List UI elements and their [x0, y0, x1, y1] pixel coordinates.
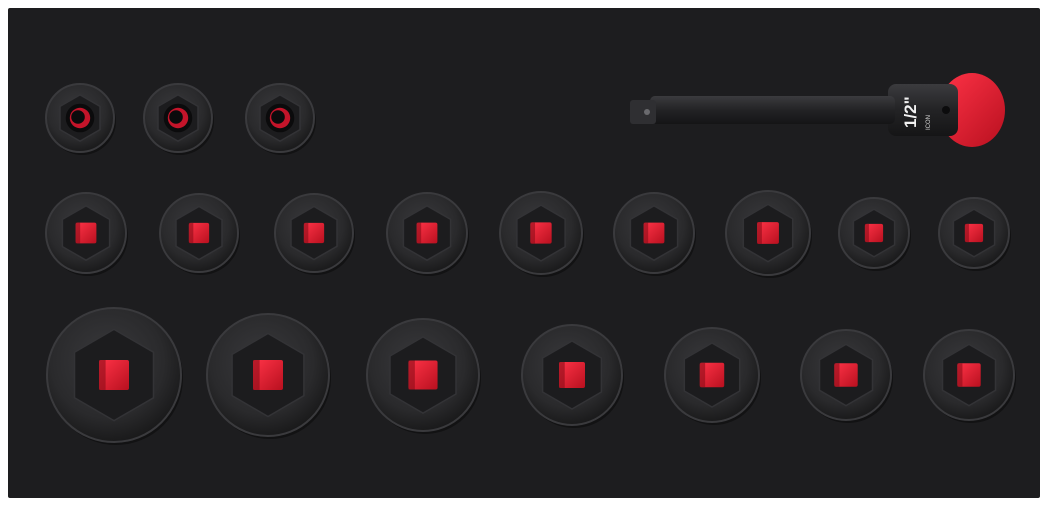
- insert-shade: [834, 363, 840, 387]
- insert-shade: [964, 223, 969, 243]
- socket-bore-center: [169, 110, 183, 124]
- insert-shade: [559, 362, 565, 388]
- socket-tray-photo: 1/2" ICON: [8, 8, 1040, 498]
- extension-bar-drive-tip: [630, 100, 656, 124]
- insert-shade: [188, 222, 194, 244]
- detent-ball-icon: [644, 109, 650, 115]
- extension-bar-shaft: [650, 96, 895, 124]
- insert-shade: [864, 223, 869, 243]
- insert-shade: [416, 222, 422, 244]
- insert-shade: [957, 363, 963, 387]
- collar-hole-icon: [942, 106, 950, 114]
- insert-shade: [75, 222, 81, 244]
- insert-shade: [253, 360, 260, 390]
- socket-bore-center: [71, 110, 85, 124]
- socket: [46, 307, 183, 445]
- insert-shade: [408, 360, 415, 390]
- extension-bar-brand-label: ICON: [926, 115, 932, 130]
- insert-shade: [757, 222, 762, 244]
- socket-bore-center: [271, 110, 285, 124]
- insert-shade: [99, 360, 106, 390]
- insert-shade: [699, 362, 706, 388]
- extension-bar-size-label: 1/2": [901, 96, 920, 128]
- insert-shade: [303, 222, 309, 244]
- insert-shade: [643, 222, 649, 244]
- insert-shade: [530, 222, 536, 244]
